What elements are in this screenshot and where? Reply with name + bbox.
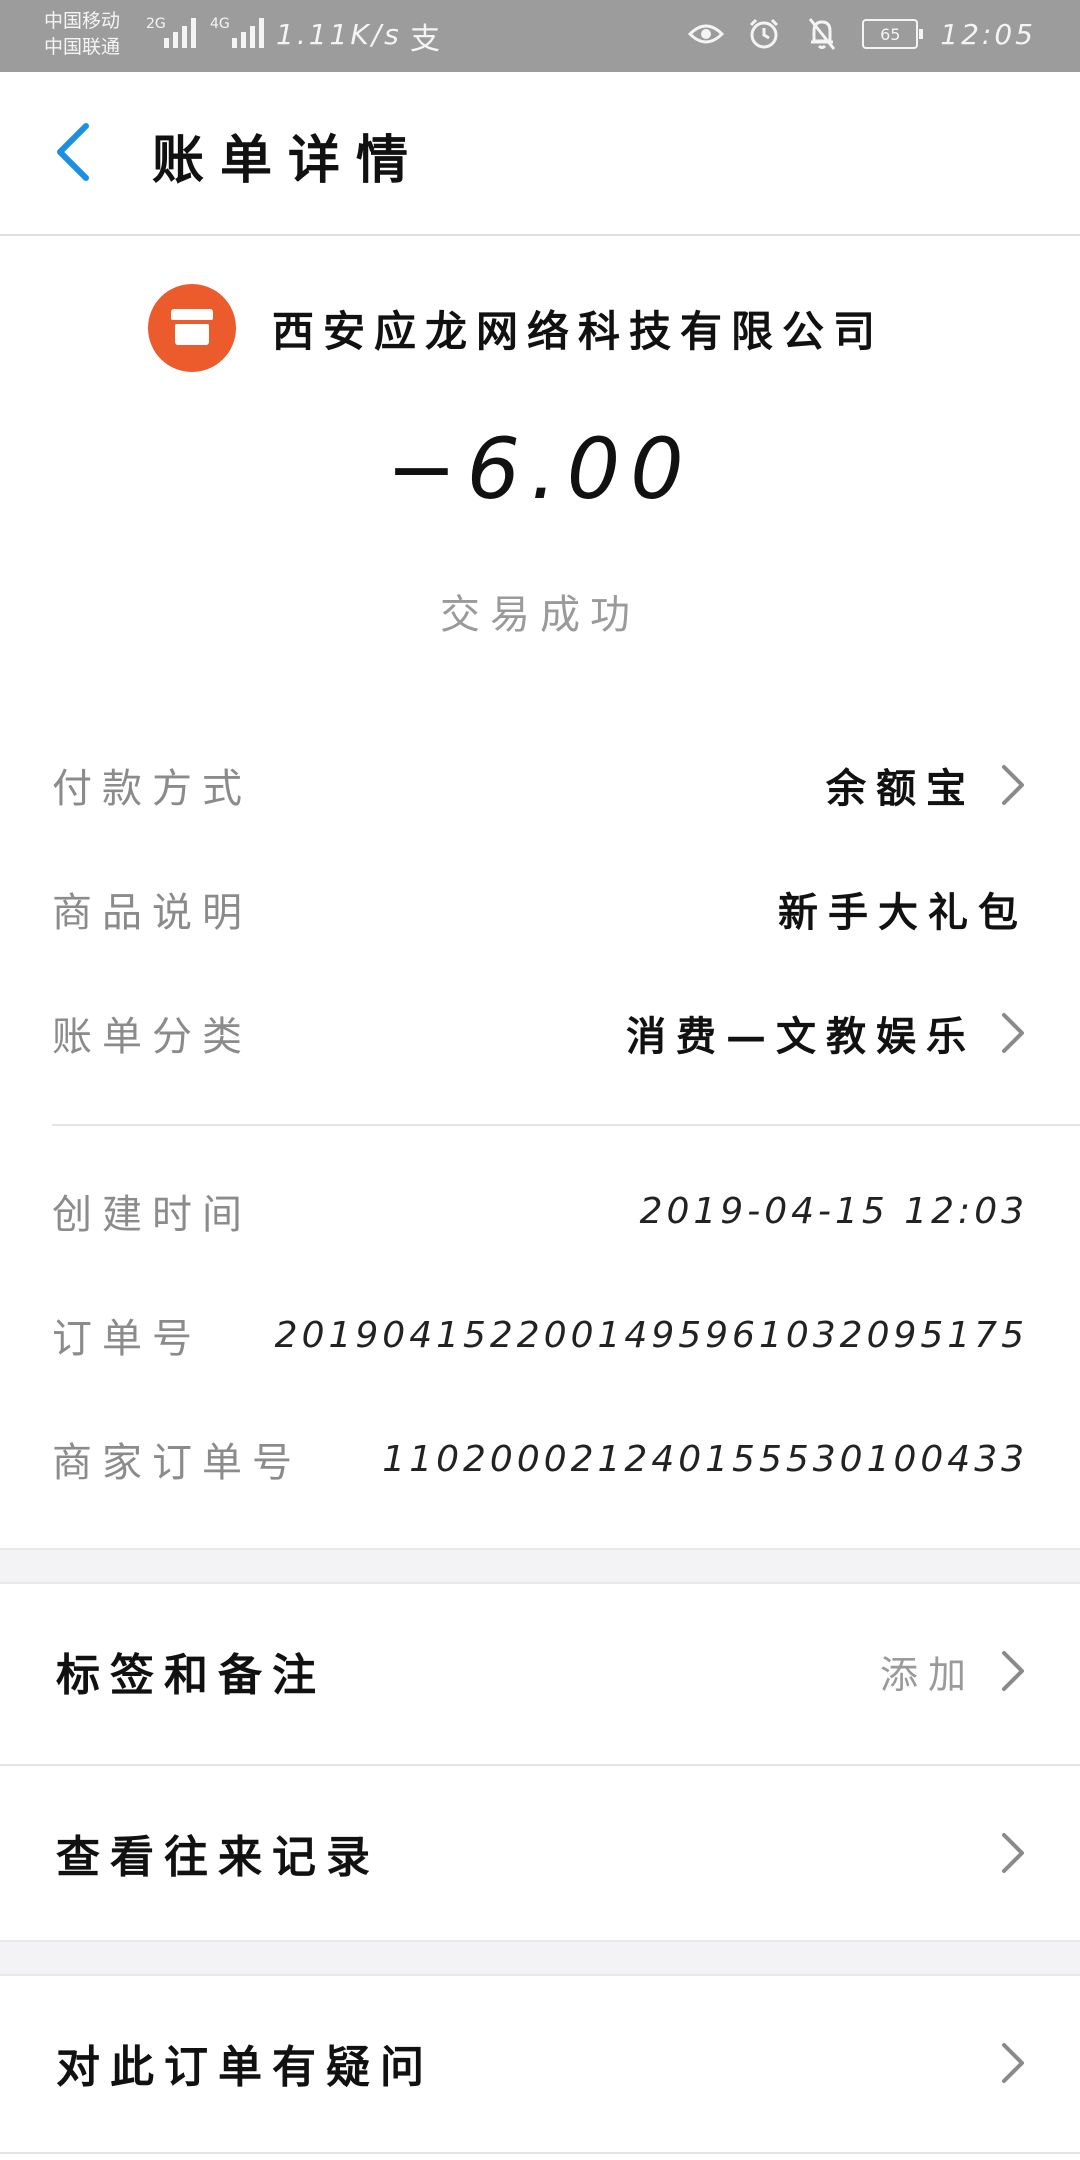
transaction-status: 交易成功	[440, 592, 640, 638]
network-speed: 1.11K/s	[276, 18, 402, 51]
title-bar: 账单详情	[0, 72, 1080, 236]
tags-notes-row[interactable]: 标签和备注 添加	[0, 1584, 1080, 1758]
order-number-label: 订单号	[52, 1316, 202, 1362]
signal-icon-2	[232, 18, 264, 48]
network-2g-tag: 2G	[146, 16, 166, 32]
row-divider	[0, 2152, 1080, 2154]
created-time-value: 2019-04-15 12:03	[639, 1190, 1028, 1232]
carrier-1: 中国移动	[44, 10, 121, 32]
section-gap	[0, 1548, 1080, 1584]
network-4g-tag: 4G	[210, 16, 230, 32]
tags-notes-label: 标签和备注	[56, 1650, 326, 1701]
section-gap	[0, 1940, 1080, 1976]
category-value: 消费—文教娱乐	[626, 1013, 976, 1060]
category-label: 账单分类	[52, 1014, 252, 1060]
status-bar: 中国移动 中国联通 2G 4G 1.11K/s 支 65 12:05	[0, 0, 1080, 72]
chevron-right-icon	[1002, 1651, 1024, 1691]
product-row: 商品说明 新手大礼包	[52, 874, 1028, 944]
chevron-right-icon	[1002, 1833, 1024, 1873]
merchant-order-number-row: 商家订单号 110200021240155530100433	[52, 1424, 1028, 1494]
alipay-notification-icon: 支	[410, 22, 440, 57]
battery-icon: 65	[862, 19, 924, 49]
order-question-label: 对此订单有疑问	[56, 2042, 434, 2093]
chevron-right-icon	[1002, 2043, 1024, 2083]
order-question-row[interactable]: 对此订单有疑问	[0, 1976, 1080, 2150]
product-label: 商品说明	[52, 890, 252, 936]
order-number-row: 订单号 2019041522001495961032095175	[52, 1300, 1028, 1370]
back-button[interactable]	[50, 122, 100, 182]
chevron-right-icon	[1002, 1013, 1024, 1053]
payment-method-row[interactable]: 付款方式 余额宝	[52, 750, 1028, 820]
merchant-order-number-label: 商家订单号	[52, 1440, 302, 1486]
bell-off-icon	[804, 16, 840, 52]
section-divider	[52, 1124, 1080, 1126]
alarm-icon	[746, 16, 782, 52]
transaction-amount: −6.00	[386, 420, 694, 518]
created-time-label: 创建时间	[52, 1192, 252, 1238]
product-value: 新手大礼包	[778, 889, 1028, 936]
carrier-names: 中国移动 中国联通	[44, 8, 120, 60]
merchant-header: 西安应龙网络科技有限公司	[148, 284, 884, 372]
clock: 12:05	[940, 17, 1036, 51]
signal-icon-1	[164, 18, 196, 48]
order-number-value: 2019041522001495961032095175	[274, 1314, 1028, 1356]
back-arrow-icon	[57, 123, 89, 181]
battery-level: 65	[880, 24, 901, 44]
view-history-row[interactable]: 查看往来记录	[0, 1766, 1080, 1940]
payment-method-label: 付款方式	[52, 766, 252, 812]
page-title: 账单详情	[152, 130, 425, 191]
payment-method-value: 余额宝	[826, 765, 976, 812]
carrier-2: 中国联通	[44, 36, 121, 58]
merchant-name: 西安应龙网络科技有限公司	[272, 306, 885, 356]
created-time-row: 创建时间 2019-04-15 12:03	[52, 1176, 1028, 1246]
merchant-order-number-value: 110200021240155530100433	[382, 1438, 1028, 1480]
category-row[interactable]: 账单分类 消费—文教娱乐	[52, 998, 1028, 1068]
view-history-label: 查看往来记录	[56, 1832, 380, 1883]
add-tag-text: 添加	[879, 1652, 976, 1697]
eye-icon	[688, 16, 725, 52]
chevron-right-icon	[1002, 765, 1024, 805]
shop-icon	[148, 284, 236, 372]
